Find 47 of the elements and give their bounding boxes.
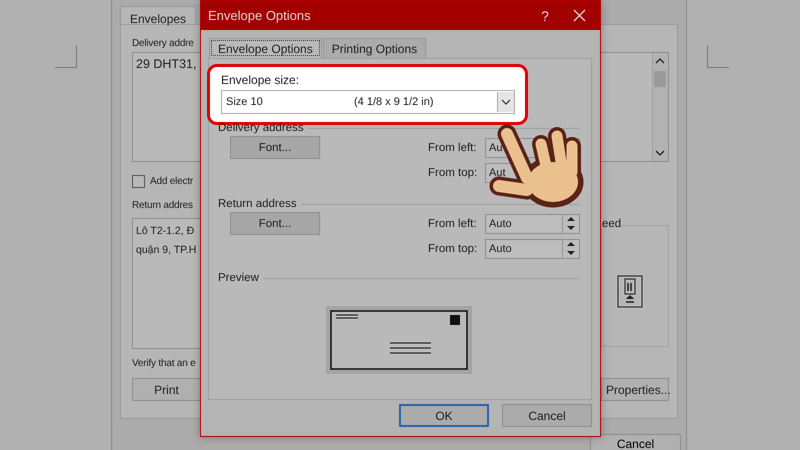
spin-field[interactable]: Auto xyxy=(485,214,580,234)
close-icon[interactable] xyxy=(573,9,586,22)
help-button[interactable]: ? xyxy=(525,8,565,24)
field-label: From left: xyxy=(428,142,478,154)
cancel-button[interactable]: Cancel xyxy=(502,404,592,427)
section-title: Preview xyxy=(218,272,259,284)
envelopes-tab[interactable]: Envelopes xyxy=(120,6,196,24)
checkbox-label: Add electr xyxy=(150,176,194,186)
field-value: Auto xyxy=(488,242,513,254)
window-title: Envelope Options xyxy=(208,8,312,23)
field-label: From top: xyxy=(428,166,478,178)
field-value: Auto xyxy=(488,218,513,230)
field-label: From top: xyxy=(428,242,478,254)
dropdown-value: (4 1/8 x 9 1/2 in) xyxy=(354,96,434,108)
font-button[interactable]: Font... xyxy=(230,212,320,235)
spin-field[interactable]: Auto xyxy=(485,238,580,258)
field-label: Return addres xyxy=(132,200,193,211)
scroll-thumb[interactable] xyxy=(654,71,666,87)
margin-mark xyxy=(707,45,729,68)
scroll-down-icon[interactable] xyxy=(654,148,666,158)
tab[interactable]: Envelope Options xyxy=(209,38,322,58)
ok-button[interactable]: OK xyxy=(399,404,489,427)
margin-mark xyxy=(55,45,77,68)
properties-button[interactable]: Properties... xyxy=(601,378,669,401)
field-label: Delivery addre xyxy=(132,38,195,51)
return-address-field[interactable]: Lô T2-1.2, Đ quận 9, TP.H xyxy=(132,218,201,349)
cancel-button[interactable]: Cancel xyxy=(590,434,681,450)
dropdown-value: Size 10 xyxy=(225,96,264,108)
chevron-down-icon[interactable] xyxy=(501,99,511,105)
address-text: Lô T2-1.2, Đ xyxy=(136,225,194,237)
address-text: 29 DHT31, xyxy=(136,57,196,71)
section-title: Return address xyxy=(218,198,297,210)
feed-icon xyxy=(617,275,643,308)
section-title: Delivery address xyxy=(218,122,304,134)
scroll-up-icon[interactable] xyxy=(654,56,666,66)
envelope-size-dropdown[interactable]: Size 10 (4 1/8 x 9 1/2 in) xyxy=(221,90,515,114)
field-value: Au xyxy=(488,142,504,154)
print-button[interactable]: Print xyxy=(132,378,201,401)
field-label: From left: xyxy=(428,218,478,230)
group-label: eed xyxy=(602,218,622,230)
address-text: quận 9, TP.H xyxy=(136,244,196,256)
tab[interactable]: Printing Options xyxy=(322,38,426,58)
checkbox[interactable] xyxy=(132,174,145,188)
field-label: Envelope size: xyxy=(221,73,300,87)
field-value: Aut xyxy=(488,166,507,178)
info-text: Verify that an e xyxy=(132,358,196,369)
font-button[interactable]: Font... xyxy=(230,136,320,159)
